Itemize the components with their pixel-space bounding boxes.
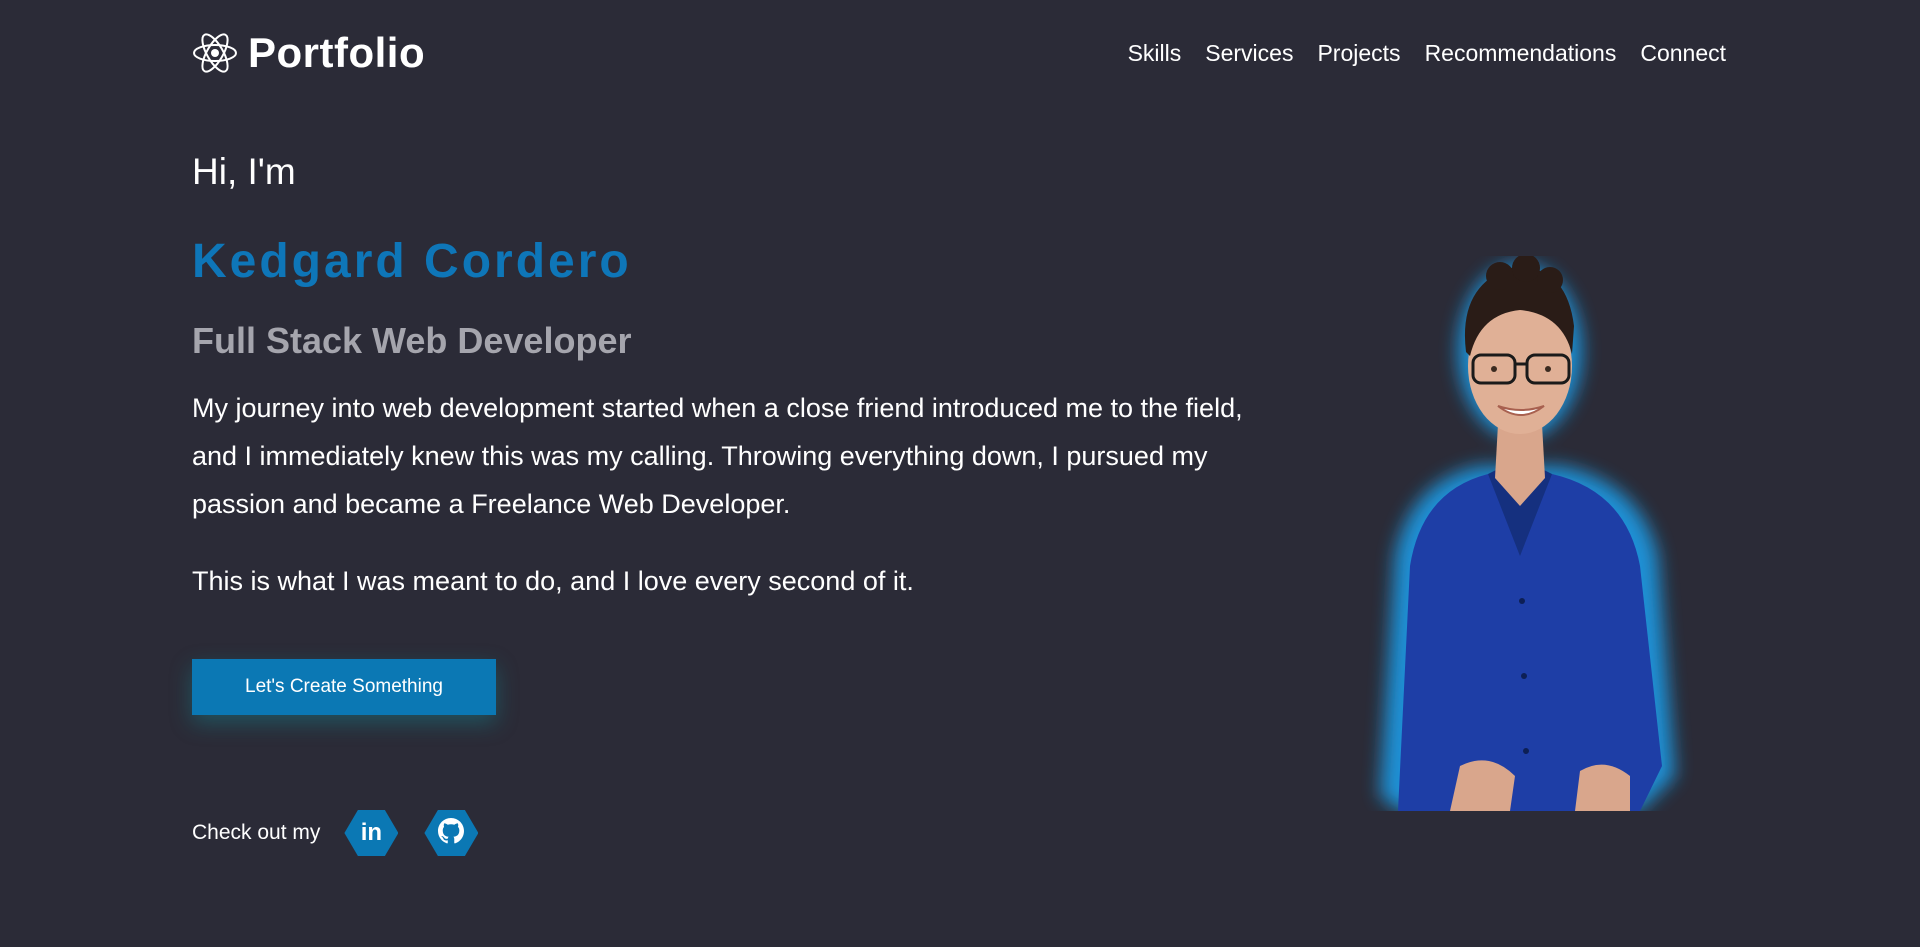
nav-recommendations[interactable]: Recommendations <box>1425 40 1617 67</box>
hero-tagline: This is what I was meant to do, and I lo… <box>192 566 914 596</box>
linkedin-link[interactable]: in <box>344 810 399 856</box>
github-link[interactable] <box>424 810 479 856</box>
linkedin-icon: in <box>360 819 383 846</box>
main-nav: Skills Services Projects Recommendations… <box>1128 40 1726 67</box>
nav-services[interactable]: Services <box>1205 40 1293 67</box>
hero-role: Full Stack Web Developer <box>192 320 632 361</box>
atom-icon <box>192 30 238 76</box>
hero-name: Kedgard Cordero <box>192 235 632 288</box>
hero-bio: My journey into web development started … <box>192 393 1243 519</box>
nav-skills[interactable]: Skills <box>1128 40 1182 67</box>
brand-link[interactable]: Portfolio <box>192 29 425 77</box>
hero-section: Hi, I'm Kedgard Cordero Full Stack Web D… <box>192 148 1272 605</box>
socials-label: Check out my <box>192 821 321 844</box>
nav-projects[interactable]: Projects <box>1317 40 1400 67</box>
site-header: Portfolio Skills Services Projects Recom… <box>192 24 1728 82</box>
nav-connect[interactable]: Connect <box>1640 40 1726 67</box>
social-links: Check out my in <box>192 810 504 856</box>
profile-photo <box>1340 254 1700 811</box>
page: Portfolio Skills Services Projects Recom… <box>0 0 1920 947</box>
cta-button[interactable]: Let's Create Something <box>192 659 496 715</box>
brand-name: Portfolio <box>248 29 426 76</box>
greeting: Hi, I'm <box>192 151 296 192</box>
github-icon <box>438 817 465 849</box>
